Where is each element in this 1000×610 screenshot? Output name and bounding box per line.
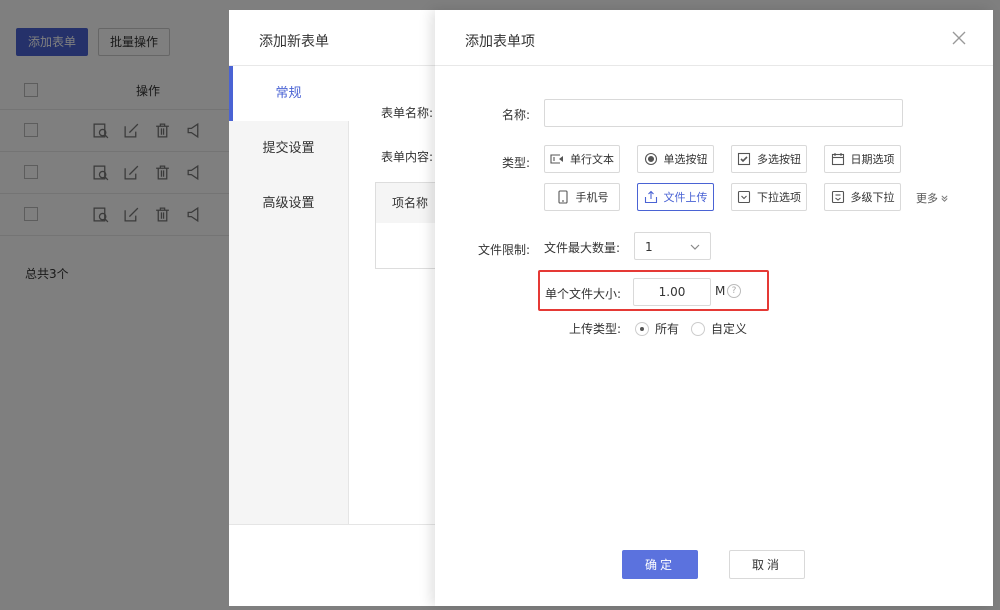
upload-icon xyxy=(644,190,657,204)
type-label-text: 多级下拉 xyxy=(850,191,895,204)
type-label-text: 手机号 xyxy=(575,191,609,204)
add-form-item-dialog: 添加表单项 名称: 类型: 单行文本 单选按钮 多选按钮 日期选项 手机号 文件… xyxy=(435,10,993,606)
more-label: 更多 xyxy=(916,192,938,205)
more-types-button[interactable]: 更多 xyxy=(916,190,949,206)
help-icon[interactable]: ? xyxy=(727,284,741,298)
close-icon xyxy=(952,31,966,45)
name-input[interactable] xyxy=(544,99,903,127)
radio-label: 所有 xyxy=(655,322,680,336)
type-label-text: 文件上传 xyxy=(663,191,708,204)
multi-level-icon xyxy=(831,190,844,204)
name-label: 名称: xyxy=(501,108,530,122)
nav-item-advanced-settings[interactable]: 高级设置 xyxy=(229,176,348,231)
file-limit-label: 文件限制: xyxy=(477,243,530,257)
type-label-text: 单选按钮 xyxy=(663,153,708,166)
radio-dot-checked xyxy=(635,321,649,336)
size-unit: M xyxy=(715,284,726,298)
form-content-label: 表单内容: xyxy=(381,150,434,164)
type-label-text: 多选按钮 xyxy=(757,153,801,166)
type-date[interactable]: 日期选项 xyxy=(824,145,901,173)
settings-nav: 常规 提交设置 高级设置 xyxy=(229,66,349,524)
type-phone[interactable]: 手机号 xyxy=(544,183,620,211)
close-button[interactable] xyxy=(951,30,967,46)
chevron-down-icon xyxy=(690,244,700,250)
type-file-upload[interactable]: 文件上传 xyxy=(637,183,714,211)
form-name-label: 表单名称: xyxy=(381,106,434,120)
confirm-button[interactable]: 确定 xyxy=(622,550,698,579)
type-label-text: 日期选项 xyxy=(850,153,895,166)
single-size-label: 单个文件大小: xyxy=(545,287,622,301)
single-line-text-icon xyxy=(550,154,563,164)
type-checkbox[interactable]: 多选按钮 xyxy=(731,145,807,173)
upload-type-all-radio[interactable]: 所有 xyxy=(635,320,679,337)
upload-type-label: 上传类型: xyxy=(569,322,622,336)
type-radio-button[interactable]: 单选按钮 xyxy=(637,145,714,173)
max-count-value: 1 xyxy=(645,240,653,254)
type-label-text: 下拉选项 xyxy=(757,191,801,204)
checkbox-icon xyxy=(737,152,751,166)
single-size-input[interactable]: 1.00 xyxy=(633,278,711,306)
max-count-label: 文件最大数量: xyxy=(544,241,621,255)
upload-type-custom-radio[interactable]: 自定义 xyxy=(691,320,747,337)
cancel-button[interactable]: 取消 xyxy=(729,550,805,579)
type-single-line-text[interactable]: 单行文本 xyxy=(544,145,620,173)
dropdown-icon xyxy=(737,190,751,204)
dialog-header: 添加表单项 xyxy=(435,10,993,66)
nav-item-submit-settings[interactable]: 提交设置 xyxy=(229,121,348,176)
type-dropdown[interactable]: 下拉选项 xyxy=(731,183,807,211)
type-label: 类型: xyxy=(501,156,530,170)
type-multi-level-dropdown[interactable]: 多级下拉 xyxy=(824,183,901,211)
type-label-text: 单行文本 xyxy=(570,153,614,166)
radio-label: 自定义 xyxy=(711,322,748,336)
max-count-select[interactable]: 1 xyxy=(634,232,711,260)
dialog-title: 添加表单项 xyxy=(465,34,535,50)
phone-icon xyxy=(557,190,568,204)
radio-icon xyxy=(644,152,657,166)
double-chevron-down-icon xyxy=(941,194,948,202)
nav-item-general[interactable]: 常规 xyxy=(229,66,349,121)
calendar-icon xyxy=(831,153,844,166)
radio-dot xyxy=(691,321,705,336)
